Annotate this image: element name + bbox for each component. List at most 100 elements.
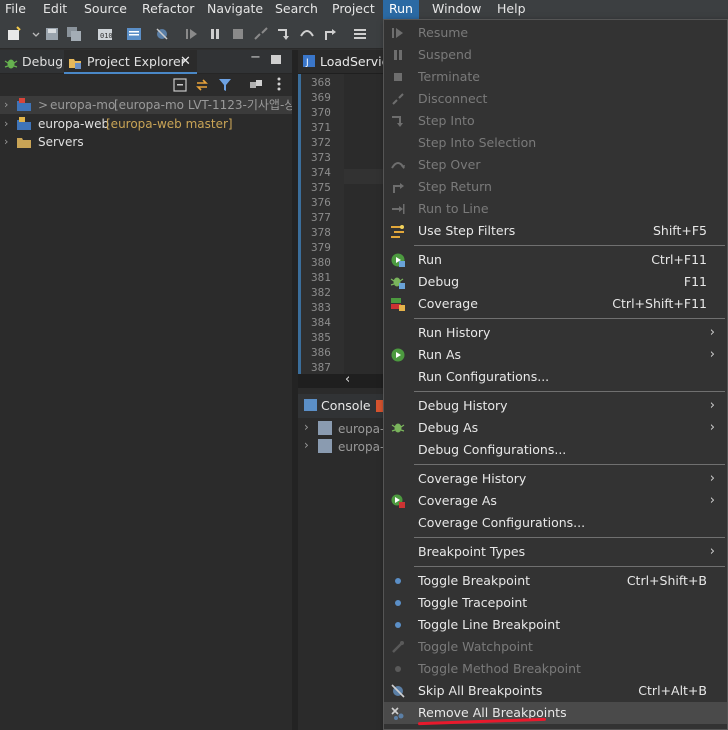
menu-item-run-history[interactable]: Run History › <box>384 322 727 344</box>
skip-breakpoints-icon[interactable] <box>154 26 170 42</box>
menu-item-coverage-configurations[interactable]: Coverage Configurations... <box>384 512 727 534</box>
horizontal-scrollbar[interactable]: ‹ <box>298 372 388 388</box>
menu-item-remove-all-breakpoints[interactable]: Remove All Breakpoints <box>384 702 727 726</box>
chevron-right-icon[interactable]: › <box>304 438 309 452</box>
tree-item-europa-mo[interactable]: › > europa-mo [europa-mo LVT-1123-기사앱-상 <box>0 96 295 114</box>
console-area: Console › europa-m › europa-w <box>298 390 396 730</box>
step-return-icon[interactable] <box>322 26 338 42</box>
menu-item-skip-all-breakpoints[interactable]: Skip All Breakpoints Ctrl+Alt+B <box>384 680 727 702</box>
menu-item-debug-as[interactable]: Debug As › <box>384 417 727 439</box>
view-menu-icon[interactable] <box>276 76 282 92</box>
toolbar-list-icon[interactable] <box>352 26 368 42</box>
resume-icon[interactable] <box>184 26 200 42</box>
line-number: 378 <box>311 226 331 239</box>
chevron-down-icon[interactable] <box>28 26 40 42</box>
suspend-icon[interactable] <box>207 26 223 42</box>
menu-item-label: Coverage As <box>418 493 497 508</box>
menu-item-label: Run As <box>418 347 462 362</box>
tab-project-explorer[interactable]: Project Explorer ✕ <box>64 50 197 74</box>
menu-item-suspend[interactable]: Suspend <box>384 44 727 66</box>
collapse-all-icon[interactable] <box>173 78 187 92</box>
menu-project[interactable]: Project <box>332 0 375 19</box>
disconnect-icon[interactable] <box>253 26 269 42</box>
menu-item-disconnect[interactable]: Disconnect <box>384 88 727 110</box>
menu-item-breakpoint-types[interactable]: Breakpoint Types › <box>384 541 727 563</box>
menu-source[interactable]: Source <box>84 0 127 19</box>
binary-icon[interactable]: 010 <box>97 26 113 42</box>
step-into-icon <box>390 113 406 129</box>
menu-item-run[interactable]: Run Ctrl+F11 <box>384 249 727 271</box>
close-icon[interactable]: ✕ <box>180 50 191 73</box>
editor-area: J LoadService 368 369 370 371 372 373 374 375 37… <box>298 50 396 390</box>
menu-help[interactable]: Help <box>497 0 526 19</box>
filter-icon[interactable] <box>218 78 232 92</box>
watchpoint-icon <box>390 639 406 655</box>
menu-item-step-into-selection[interactable]: Step Into Selection <box>384 132 727 154</box>
line-number: 370 <box>311 106 331 119</box>
view-options-icon[interactable] <box>249 78 263 92</box>
menu-search[interactable]: Search <box>275 0 318 19</box>
launch-icon <box>318 421 332 435</box>
menu-item-toggle-line-breakpoint[interactable]: Toggle Line Breakpoint <box>384 614 727 636</box>
line-number: 372 <box>311 136 331 149</box>
menu-item-use-step-filters[interactable]: Use Step Filters Shift+F5 <box>384 220 727 242</box>
tab-debug[interactable]: Debug <box>0 50 63 74</box>
new-icon[interactable] <box>6 26 22 42</box>
terminate-icon[interactable] <box>230 26 246 42</box>
maximize-icon[interactable] <box>271 55 281 64</box>
menu-item-debug[interactable]: Debug F11 <box>384 271 727 293</box>
editor-tab[interactable]: J LoadService <box>298 50 396 74</box>
link-editor-icon[interactable] <box>195 78 209 92</box>
menu-item-toggle-breakpoint[interactable]: Toggle Breakpoint Ctrl+Shift+B <box>384 570 727 592</box>
minimize-icon[interactable]: − <box>250 50 261 65</box>
menu-item-label: Suspend <box>418 47 472 62</box>
menu-edit[interactable]: Edit <box>43 0 67 19</box>
chevron-right-icon: › <box>709 347 715 362</box>
save-icon[interactable] <box>44 26 60 42</box>
menu-item-debug-history[interactable]: Debug History › <box>384 395 727 417</box>
chevron-right-icon[interactable]: › <box>4 133 8 151</box>
menu-item-run-configurations[interactable]: Run Configurations... <box>384 366 727 388</box>
step-into-icon[interactable] <box>276 26 292 42</box>
chevron-right-icon[interactable]: › <box>4 96 8 114</box>
tree-item-prefix: > <box>38 98 49 112</box>
menu-item-label: Debug History <box>418 398 508 413</box>
menu-item-terminate[interactable]: Terminate <box>384 66 727 88</box>
console-view-icon[interactable] <box>126 26 142 42</box>
menu-item-coverage-as[interactable]: Coverage As › <box>384 490 727 512</box>
console-item[interactable]: › europa-m <box>298 420 396 438</box>
console-item[interactable]: › europa-w <box>298 438 394 456</box>
scroll-left-icon[interactable]: ‹ <box>345 372 350 387</box>
menu-separator <box>414 537 725 538</box>
menu-window[interactable]: Window <box>432 0 481 19</box>
menu-item-step-over[interactable]: Step Over <box>384 154 727 176</box>
menu-item-step-into[interactable]: Step Into <box>384 110 727 132</box>
menu-item-coverage-history[interactable]: Coverage History › <box>384 468 727 490</box>
menu-item-toggle-method-breakpoint[interactable]: Toggle Method Breakpoint <box>384 658 727 680</box>
menu-item-label: Run <box>418 252 442 267</box>
menu-item-run-to-line[interactable]: Run to Line <box>384 198 727 220</box>
menu-run[interactable]: Run <box>383 0 419 19</box>
menu-item-step-return[interactable]: Step Return <box>384 176 727 198</box>
step-over-icon[interactable] <box>299 26 315 42</box>
menu-item-run-as[interactable]: Run As › <box>384 344 727 366</box>
menu-item-toggle-watchpoint[interactable]: Toggle Watchpoint <box>384 636 727 658</box>
menu-item-debug-configurations[interactable]: Debug Configurations... <box>384 439 727 461</box>
tree-item-europa-web[interactable]: › europa-web [europa-web master] <box>0 115 292 133</box>
line-number: 384 <box>311 316 331 329</box>
chevron-right-icon[interactable]: › <box>304 420 309 434</box>
menu-navigate[interactable]: Navigate <box>207 0 263 19</box>
menu-file[interactable]: File <box>5 0 26 19</box>
menu-item-label: Disconnect <box>418 91 488 106</box>
console-tab[interactable]: Console <box>298 394 388 418</box>
menu-item-coverage[interactable]: Coverage Ctrl+Shift+F11 <box>384 293 727 315</box>
menu-item-toggle-tracepoint[interactable]: Toggle Tracepoint <box>384 592 727 614</box>
chevron-right-icon[interactable]: › <box>4 115 8 133</box>
menu-item-resume[interactable]: Resume <box>384 22 727 44</box>
menu-item-label: Step Over <box>418 157 481 172</box>
tree-item-servers[interactable]: › Servers <box>0 133 292 151</box>
svg-text:J: J <box>305 58 309 68</box>
save-all-icon[interactable] <box>66 26 82 42</box>
menu-refactor[interactable]: Refactor <box>142 0 194 19</box>
menu-item-label: Debug As <box>418 420 479 435</box>
